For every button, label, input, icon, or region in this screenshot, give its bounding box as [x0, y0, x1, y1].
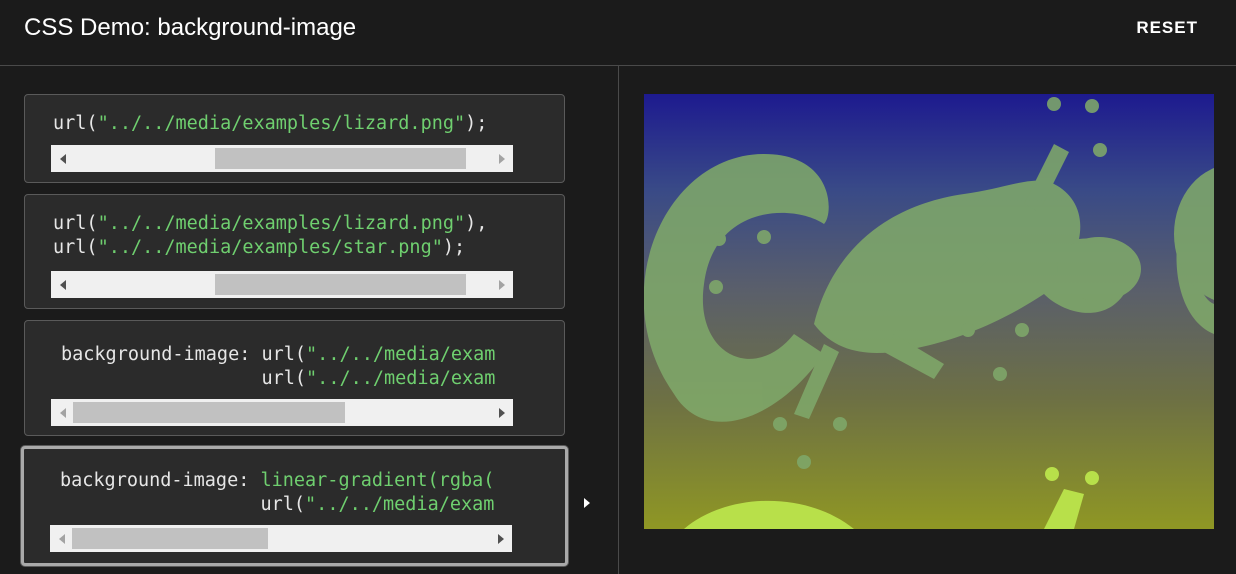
scrollbar-thumb[interactable]	[73, 402, 345, 423]
scroll-left-button[interactable]	[51, 399, 73, 426]
scroll-right-button[interactable]	[490, 525, 512, 552]
example-choice-2[interactable]: url("../../media/examples/lizard.png"), u…	[24, 194, 565, 309]
code-line: background-image: linear-gradient(rgba(	[60, 469, 512, 493]
horizontal-scrollbar[interactable]	[51, 145, 513, 172]
code-string-token: "../../media/examples/lizard.png"	[97, 213, 466, 234]
code-token: url(	[60, 494, 306, 515]
code-token: );	[442, 237, 466, 258]
code-token: url(	[53, 213, 98, 234]
code-token: background-image:	[60, 470, 261, 491]
horizontal-scrollbar[interactable]	[51, 271, 513, 298]
code-block[interactable]: background-image: linear-gradient(rgba( …	[60, 469, 512, 517]
output-preview	[644, 94, 1214, 529]
panel-divider	[618, 66, 619, 574]
code-string-token: linear-gradient(rgba(	[260, 470, 495, 491]
lizard-background-image	[644, 97, 1214, 529]
selected-indicator-icon	[584, 498, 590, 508]
scroll-left-button[interactable]	[51, 145, 73, 172]
code-block[interactable]: url("../../media/examples/lizard.png"), u…	[53, 212, 537, 260]
page-title: CSS Demo: background-image	[24, 14, 357, 41]
code-block[interactable]: background-image: url("../../media/exam …	[61, 343, 513, 391]
code-string-token: "../../media/examples/star.png"	[97, 237, 443, 258]
choices-panel: url("../../media/examples/lizard.png"); …	[0, 66, 618, 574]
code-token: url(	[53, 237, 98, 258]
scrollbar-thumb[interactable]	[72, 528, 269, 549]
code-line: url("../../media/exam	[60, 493, 512, 517]
code-token: url(	[61, 368, 307, 389]
scroll-left-button[interactable]	[51, 271, 73, 298]
horizontal-scrollbar[interactable]	[51, 399, 513, 426]
chevron-left-icon	[60, 154, 66, 164]
code-string-token: "../../media/exam	[305, 494, 495, 515]
scrollbar-thumb[interactable]	[215, 148, 466, 169]
code-line: url("../../media/examples/lizard.png"),	[53, 212, 537, 236]
chevron-left-icon	[60, 408, 66, 418]
code-block[interactable]: url("../../media/examples/lizard.png");	[53, 112, 537, 136]
code-line: url("../../media/examples/lizard.png");	[53, 112, 537, 136]
code-string-token: "../../media/examples/lizard.png"	[97, 113, 466, 134]
scroll-left-button[interactable]	[50, 525, 72, 552]
chevron-right-icon	[498, 534, 504, 544]
header: CSS Demo: background-image RESET	[0, 0, 1236, 66]
chevron-right-icon	[499, 154, 505, 164]
lizard-shape-bottom	[684, 467, 1099, 529]
lizard-shape	[644, 97, 1214, 469]
chevron-right-icon	[499, 408, 505, 418]
scrollbar-thumb[interactable]	[215, 274, 466, 295]
chevron-right-icon	[499, 280, 505, 290]
scroll-right-button[interactable]	[491, 271, 513, 298]
code-line: background-image: url("../../media/exam	[61, 343, 513, 367]
example-choice-4[interactable]: background-image: linear-gradient(rgba( …	[21, 446, 568, 566]
scroll-right-button[interactable]	[491, 399, 513, 426]
reset-button[interactable]: RESET	[1136, 18, 1198, 38]
code-line: url("../../media/exam	[61, 367, 513, 391]
code-token: );	[465, 113, 488, 134]
code-token: ),	[465, 213, 488, 234]
code-line: url("../../media/examples/star.png");	[53, 236, 537, 260]
horizontal-scrollbar[interactable]	[50, 525, 512, 552]
chevron-left-icon	[60, 280, 66, 290]
code-token: background-image: url(	[61, 344, 307, 365]
code-token: url(	[53, 113, 98, 134]
chevron-left-icon	[59, 534, 65, 544]
code-string-token: "../../media/exam	[306, 368, 496, 389]
code-string-token: "../../media/exam	[306, 344, 496, 365]
example-choice-1[interactable]: url("../../media/examples/lizard.png");	[24, 94, 565, 183]
scroll-right-button[interactable]	[491, 145, 513, 172]
example-choice-3[interactable]: background-image: url("../../media/exam …	[24, 320, 565, 436]
